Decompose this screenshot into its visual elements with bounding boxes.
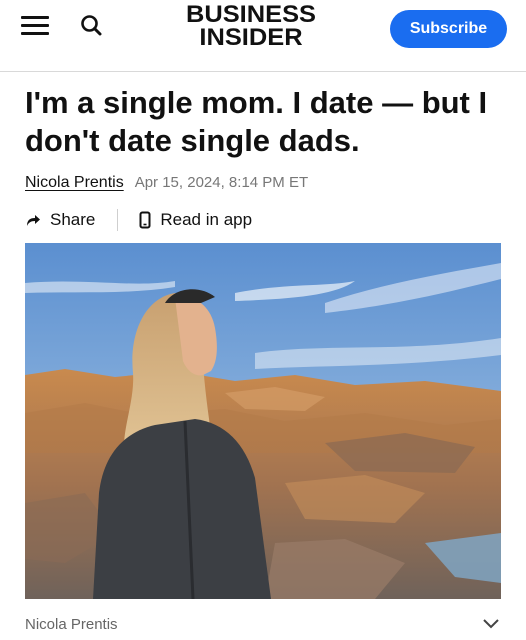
share-label: Share xyxy=(50,210,96,229)
action-divider xyxy=(117,209,119,231)
publish-date: Apr 15, 2024, 8:14 PM ET xyxy=(134,174,309,191)
read-in-app-label: Read in app xyxy=(160,210,253,229)
chevron-down-icon[interactable] xyxy=(481,617,501,631)
article-headline: I'm a single mom. I date — but I don't d… xyxy=(25,85,488,158)
logo-line-2: INSIDER xyxy=(199,24,303,51)
byline: Nicola Prentis Apr 15, 2024, 8:14 PM ET xyxy=(25,174,308,192)
photo-caption-row: Nicola Prentis xyxy=(25,612,501,636)
article-photo xyxy=(25,243,501,599)
read-in-app-button[interactable]: Read in app xyxy=(139,210,252,230)
logo-line-1: BUSINESS xyxy=(185,1,317,28)
search-icon[interactable] xyxy=(78,12,106,40)
business-insider-logo[interactable]: BUSINESS INSIDER xyxy=(176,3,326,50)
share-arrow-icon xyxy=(27,215,40,226)
subscribe-button[interactable]: Subscribe xyxy=(390,10,507,48)
article-actions: Share Read in app xyxy=(25,207,252,233)
photo-credit: Nicola Prentis xyxy=(25,615,118,633)
share-button[interactable]: Share xyxy=(25,210,95,230)
menu-icon[interactable] xyxy=(21,14,51,36)
author-link[interactable]: Nicola Prentis xyxy=(25,174,124,192)
site-header: BUSINESS INSIDER Subscribe xyxy=(0,0,526,72)
phone-icon xyxy=(139,211,151,229)
